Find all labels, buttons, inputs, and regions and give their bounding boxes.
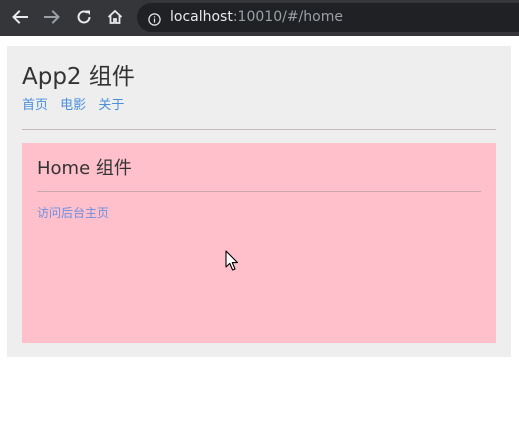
address-bar[interactable]: localhost:10010/#/home — [137, 3, 519, 32]
app2-component: App2 组件 首页 电影 关于 Home 组件 访问后台主页 — [7, 46, 511, 357]
home-icon[interactable] — [104, 6, 126, 28]
app-nav: 首页 电影 关于 — [22, 97, 132, 115]
back-arrow-icon[interactable] — [9, 6, 31, 28]
home-component: Home 组件 访问后台主页 — [22, 143, 496, 343]
divider — [22, 129, 496, 130]
divider — [37, 191, 481, 192]
app-title: App2 组件 — [22, 64, 135, 90]
url-host: localhost — [170, 9, 233, 25]
browser-toolbar: localhost:10010/#/home — [0, 0, 519, 36]
info-icon[interactable] — [148, 11, 161, 26]
home-title: Home 组件 — [37, 158, 132, 179]
nav-link-movie[interactable]: 电影 — [60, 98, 86, 113]
admin-home-link[interactable]: 访问后台主页 — [37, 205, 109, 222]
url-path: :10010/#/home — [232, 9, 343, 25]
url-text: localhost:10010/#/home — [170, 8, 343, 27]
mouse-cursor-icon — [225, 250, 239, 272]
nav-link-about[interactable]: 关于 — [98, 98, 124, 113]
forward-arrow-icon[interactable] — [41, 6, 63, 28]
reload-icon[interactable] — [73, 6, 95, 28]
nav-link-home[interactable]: 首页 — [22, 98, 48, 113]
